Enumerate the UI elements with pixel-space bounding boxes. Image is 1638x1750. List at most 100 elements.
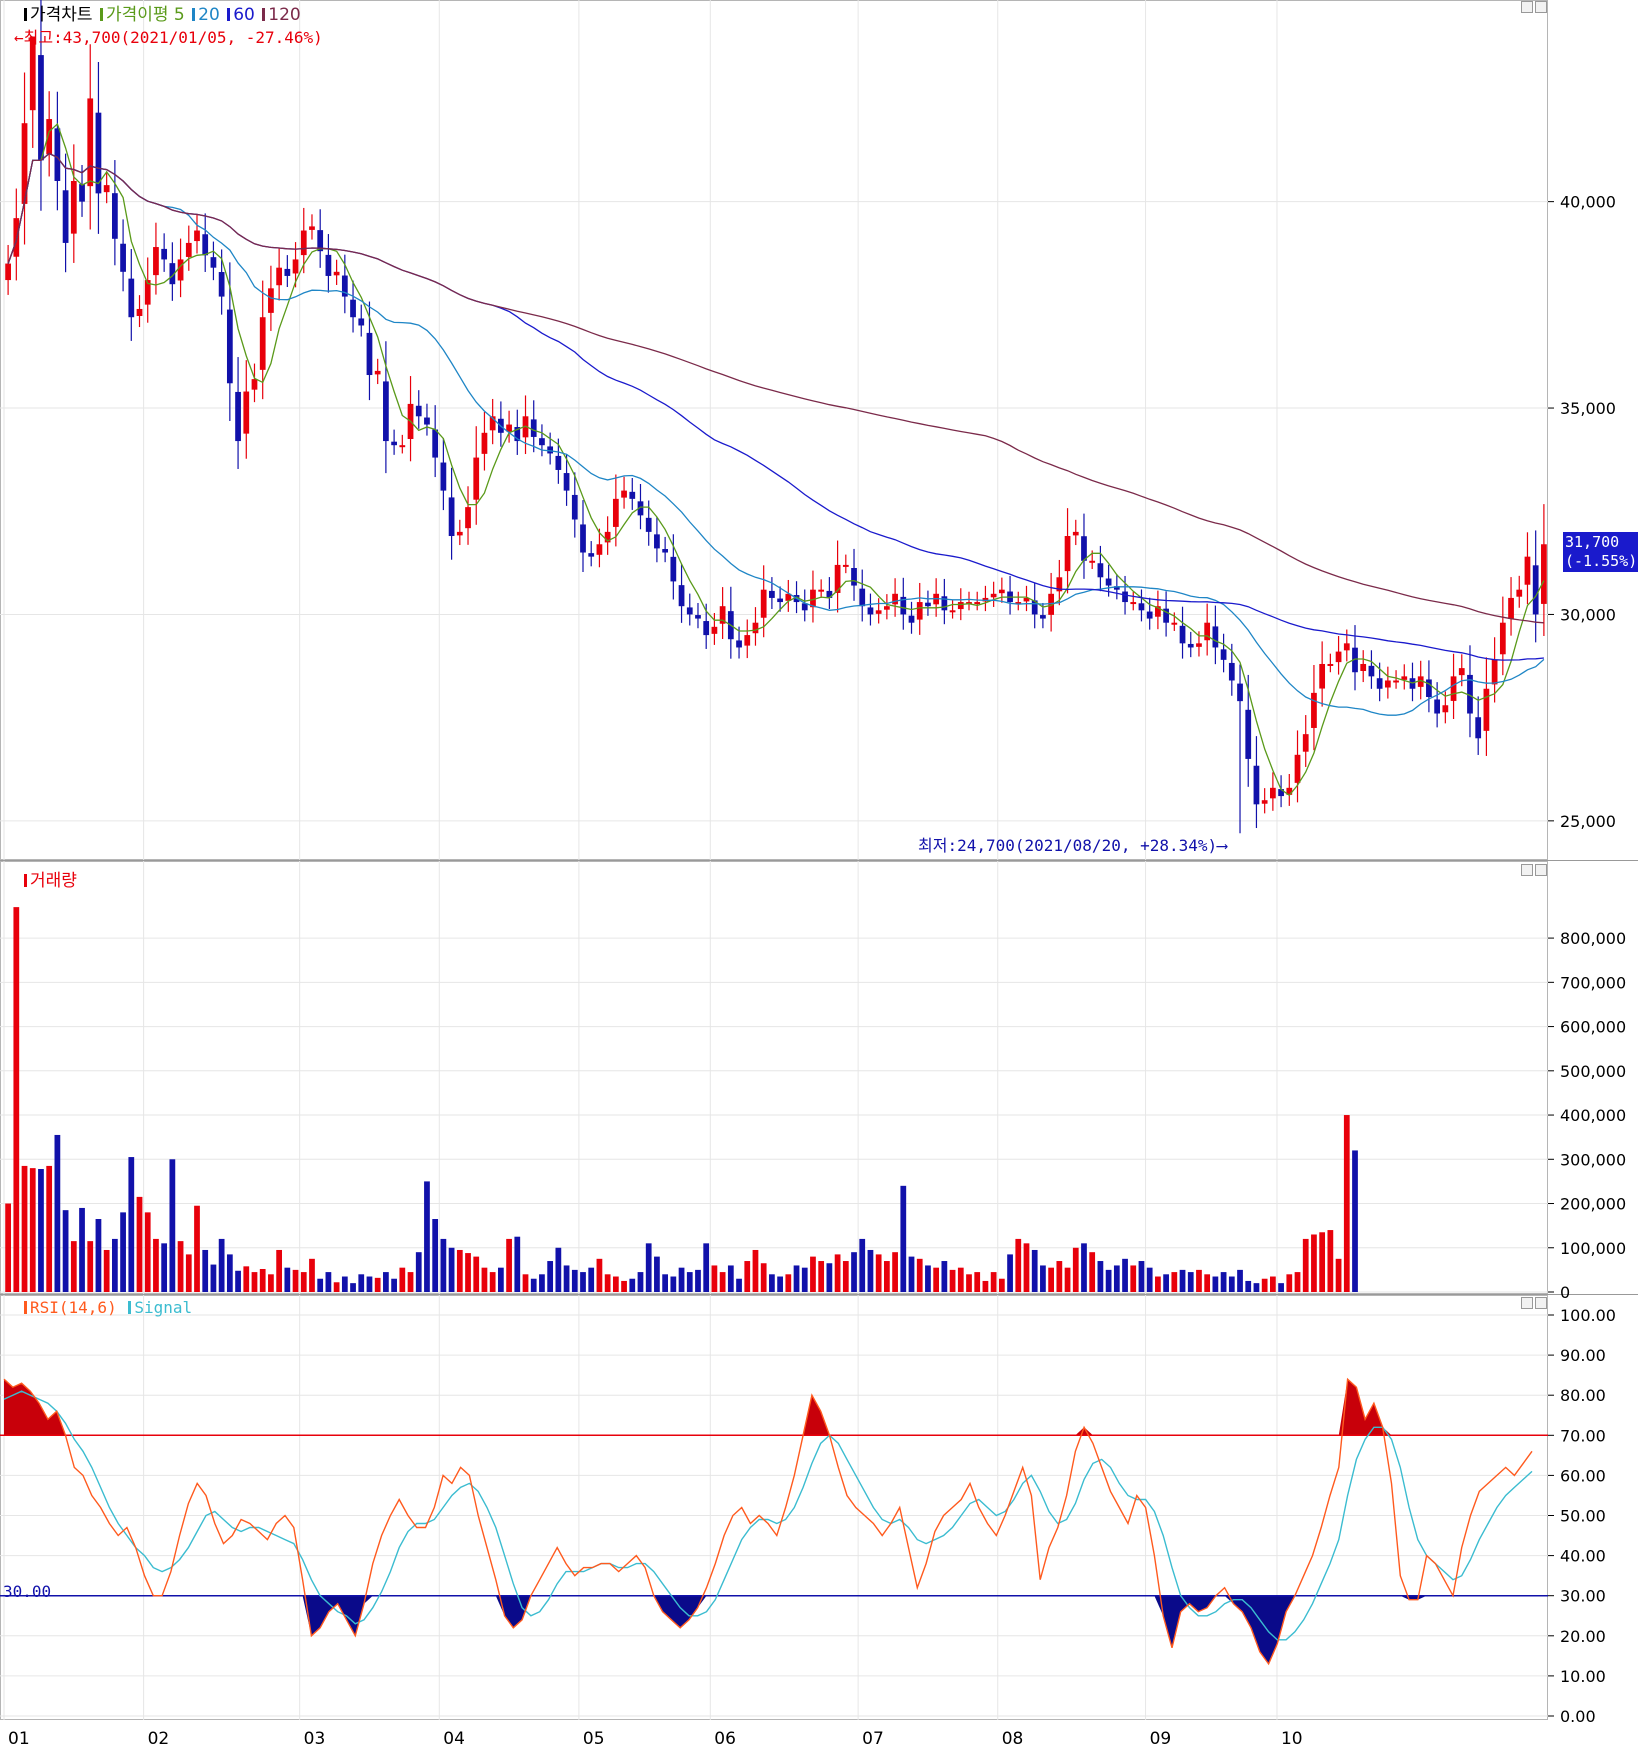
candle-body bbox=[769, 590, 775, 598]
candle-body bbox=[202, 234, 209, 256]
volume-bar bbox=[686, 1272, 693, 1292]
volume-bar bbox=[966, 1274, 972, 1292]
candle-body bbox=[309, 226, 315, 230]
volume-bar bbox=[38, 1169, 44, 1292]
volume-bar bbox=[883, 1261, 890, 1292]
volume-bar bbox=[563, 1265, 570, 1292]
volume-bar bbox=[79, 1207, 85, 1292]
candle-body bbox=[711, 626, 718, 634]
candle-body bbox=[111, 193, 118, 239]
stock-chart: 01 02 03 04 05 06 07 08 09 10 25,000 30,000 35,000 40… bbox=[0, 0, 1638, 1750]
last-price-tag: 31,700 (-1.55%) bbox=[1563, 532, 1638, 572]
candle-body bbox=[695, 615, 701, 619]
candle-body bbox=[1237, 683, 1243, 702]
volume-bar bbox=[604, 1274, 611, 1292]
candle-body bbox=[1483, 688, 1490, 731]
rsi-y-tick-label: 40.00 bbox=[1560, 1547, 1606, 1566]
candle-body bbox=[1064, 536, 1071, 572]
volume-panel-maximize-button[interactable] bbox=[1521, 864, 1533, 876]
volume-bar bbox=[465, 1253, 471, 1292]
price-y-tick-label: 30,000 bbox=[1560, 605, 1616, 624]
volume-bar bbox=[1343, 1115, 1350, 1292]
volume-bar bbox=[1031, 1249, 1038, 1292]
volume-bar bbox=[251, 1272, 258, 1292]
candle-body bbox=[120, 243, 126, 272]
volume-bar bbox=[284, 1267, 291, 1292]
price-panel-maximize-button[interactable] bbox=[1521, 1, 1533, 13]
volume-bar bbox=[473, 1256, 480, 1292]
volume-bar bbox=[752, 1249, 759, 1292]
candle-body bbox=[925, 602, 931, 607]
rsi-panel-maximize-button[interactable] bbox=[1521, 1297, 1533, 1309]
candle-body bbox=[1426, 679, 1432, 698]
candle-body bbox=[399, 445, 406, 448]
candle-body bbox=[588, 553, 595, 557]
volume-bar bbox=[1023, 1243, 1030, 1292]
volume-legend: 거래량 bbox=[24, 866, 77, 891]
candle-body bbox=[391, 441, 397, 446]
candle-body bbox=[226, 309, 233, 384]
rsi-panel-close-button[interactable] bbox=[1535, 1297, 1547, 1309]
candle-body bbox=[325, 254, 332, 276]
volume-bar bbox=[1220, 1272, 1227, 1292]
volume-bar bbox=[1146, 1267, 1153, 1292]
candle-body bbox=[1311, 692, 1317, 728]
volume-bar bbox=[530, 1278, 537, 1292]
rsi-y-tick-label: 30.00 bbox=[1560, 1587, 1606, 1606]
volume-bar bbox=[1319, 1232, 1326, 1292]
volume-bar bbox=[1056, 1261, 1063, 1292]
candle-body bbox=[1327, 663, 1334, 666]
candle-body bbox=[1393, 680, 1399, 683]
volume-panel-close-button[interactable] bbox=[1535, 864, 1547, 876]
candle-body bbox=[70, 180, 77, 234]
volume-bar bbox=[727, 1265, 734, 1292]
candle-body bbox=[1179, 625, 1186, 644]
candle-body bbox=[596, 544, 603, 555]
volume-bar bbox=[13, 907, 20, 1292]
volume-bar bbox=[391, 1278, 397, 1292]
candle-body bbox=[612, 498, 619, 527]
volume-bar bbox=[1015, 1238, 1022, 1292]
candle-body bbox=[300, 230, 307, 256]
volume-bar bbox=[1105, 1269, 1112, 1292]
volume-bar bbox=[1130, 1265, 1137, 1292]
candle-body bbox=[777, 598, 783, 603]
candle-body bbox=[530, 419, 537, 437]
candle-body bbox=[5, 263, 11, 281]
volume-bar bbox=[341, 1276, 348, 1292]
volume-bar bbox=[300, 1272, 307, 1292]
price-legend-0: 가격차트 bbox=[24, 5, 93, 25]
volume-bar bbox=[777, 1276, 783, 1292]
volume-bar bbox=[87, 1241, 94, 1292]
volume-bar bbox=[432, 1219, 439, 1292]
candle-body bbox=[358, 318, 365, 326]
volume-bar bbox=[1352, 1150, 1358, 1292]
price-legend-1: 가격이평 5 bbox=[99, 5, 185, 25]
price-panel-close-button[interactable] bbox=[1535, 1, 1547, 13]
high-annotation: ←최고:43,700(2021/01/05, -27.46%) bbox=[14, 28, 323, 47]
candle-body bbox=[1089, 560, 1096, 563]
volume-bar bbox=[276, 1249, 283, 1292]
volume-bar bbox=[194, 1205, 200, 1292]
volume-bar bbox=[957, 1267, 964, 1292]
volume-y-tick-label: 300,000 bbox=[1560, 1150, 1626, 1169]
last-price-change: (-1.55%) bbox=[1565, 552, 1638, 570]
volume-bar bbox=[506, 1238, 512, 1292]
volume-bar bbox=[974, 1272, 981, 1292]
volume-bar bbox=[547, 1261, 554, 1292]
volume-bar bbox=[62, 1210, 69, 1292]
candle-body bbox=[957, 602, 964, 610]
candle-body bbox=[424, 417, 430, 425]
x-tick-label-06: 06 bbox=[714, 1729, 736, 1749]
volume-bar bbox=[399, 1267, 406, 1292]
x-tick-label-07: 07 bbox=[862, 1729, 884, 1749]
volume-bar bbox=[1138, 1261, 1145, 1292]
volume-bar bbox=[867, 1249, 874, 1292]
candle-body bbox=[383, 381, 389, 442]
candle-body bbox=[292, 259, 299, 274]
candle-body bbox=[1508, 597, 1514, 619]
candle-body bbox=[473, 457, 480, 500]
volume-bar bbox=[153, 1238, 159, 1292]
candle-body bbox=[1491, 659, 1498, 685]
candle-body bbox=[218, 272, 225, 297]
